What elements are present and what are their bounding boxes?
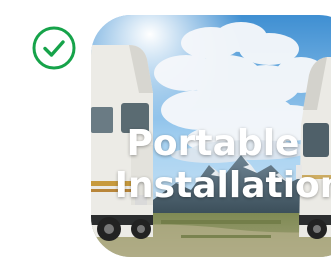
portable-installation-card[interactable]: Portable Installation [91,15,331,257]
card-title: Portable Installation [91,123,331,207]
card-title-line2: Installation [114,165,331,206]
selected-check-icon[interactable] [31,25,77,71]
option-tile-container: Portable Installation [0,0,331,257]
card-title-line1: Portable [126,123,300,164]
